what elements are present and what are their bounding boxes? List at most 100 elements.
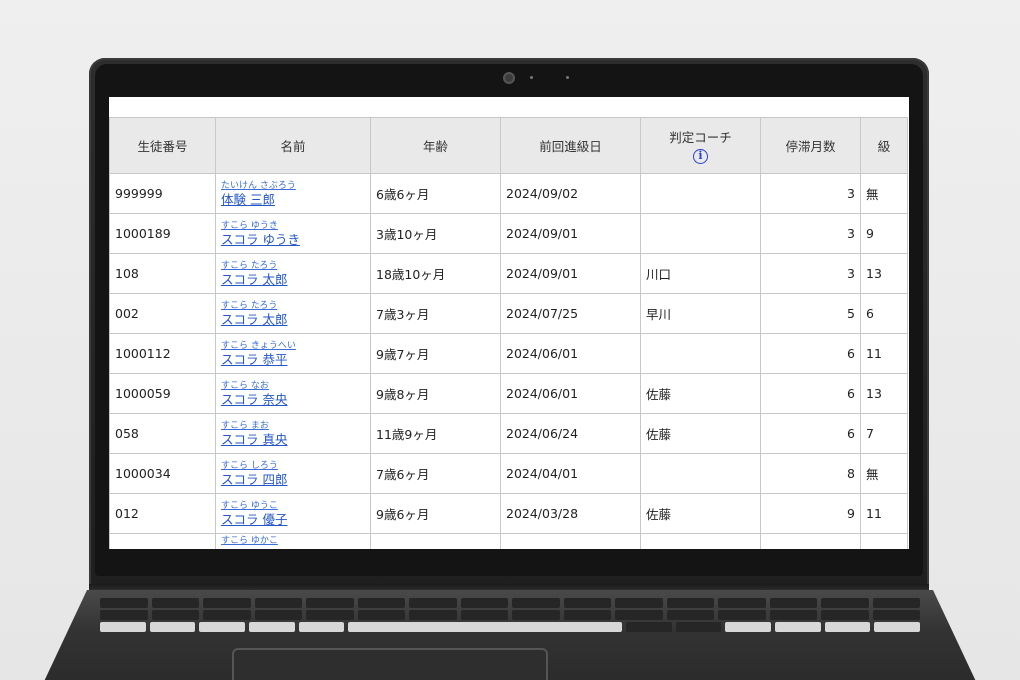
judge-coach-cell xyxy=(640,453,761,494)
judge-coach-cell xyxy=(640,333,761,374)
column-header-grade[interactable]: 級 xyxy=(860,117,908,174)
student-kana-link[interactable]: すこら たろう xyxy=(221,261,365,272)
camera-indicator-dot xyxy=(530,76,533,79)
column-header-name[interactable]: 名前 xyxy=(215,117,371,174)
table-row: 1000059 すこら なお スコラ 奈央 9歳8ヶ月 2024/06/01 佐藤 6 13 xyxy=(109,373,908,414)
table-row: 999999 たいけん さぶろう 体験 三郎 6歳6ヶ月 2024/09/02 3 無 xyxy=(109,173,908,214)
student-name-link[interactable]: スコラ ゆうき xyxy=(221,232,365,247)
grade-cell: 13 xyxy=(860,373,908,414)
judge-coach-label: 判定コーチ xyxy=(669,130,732,145)
name-cell: すこら まお スコラ 真央 xyxy=(215,413,371,454)
student-name-link[interactable]: スコラ 太郎 xyxy=(221,312,365,327)
table-row: 002 すこら たろう スコラ 太郎 7歳3ヶ月 2024/07/25 早川 5 6 xyxy=(109,293,908,334)
age-cell: 7歳6ヶ月 xyxy=(370,453,501,494)
student-name-link[interactable]: スコラ 太郎 xyxy=(221,272,365,287)
name-cell: すこら なお スコラ 奈央 xyxy=(215,373,371,414)
student-kana-link[interactable]: すこら ゆうこ xyxy=(221,501,365,512)
grade-cell: 9 xyxy=(860,213,908,254)
student-no-cell: 1000034 xyxy=(109,453,216,494)
student-no-cell: 002 xyxy=(109,293,216,334)
student-no-cell: 999999 xyxy=(109,173,216,214)
laptop-screen: 生徒番号 名前 年齢 前回進級日 判定コーチ i 停滞月数 級 999999 たい… xyxy=(109,97,909,549)
table-row-partial: すこら ゆかこ xyxy=(109,533,908,549)
student-no-cell: 012 xyxy=(109,493,216,534)
student-kana-link[interactable]: すこら きょうへい xyxy=(221,341,365,352)
age-cell: 9歳8ヶ月 xyxy=(370,373,501,414)
name-cell: すこら たろう スコラ 太郎 xyxy=(215,293,371,334)
name-cell: すこら たろう スコラ 太郎 xyxy=(215,253,371,294)
stagnant-months-cell: 3 xyxy=(760,213,861,254)
last-promotion-cell: 2024/04/01 xyxy=(500,453,641,494)
last-promotion-cell: 2024/06/01 xyxy=(500,333,641,374)
judge-coach-cell xyxy=(640,173,761,214)
table-row: 1000189 すこら ゆうき スコラ ゆうき 3歳10ヶ月 2024/09/01 3 9 xyxy=(109,213,908,254)
stagnant-months-cell: 5 xyxy=(760,293,861,334)
table-row: 1000034 すこら しろう スコラ 四郎 7歳6ヶ月 2024/04/01 8 無 xyxy=(109,453,908,494)
table-header-row: 生徒番号 名前 年齢 前回進級日 判定コーチ i 停滞月数 級 xyxy=(109,117,908,174)
grade-cell: 7 xyxy=(860,413,908,454)
age-cell: 18歳10ヶ月 xyxy=(370,253,501,294)
age-cell: 11歳9ヶ月 xyxy=(370,413,501,454)
column-header-stagnant-months[interactable]: 停滞月数 xyxy=(760,117,861,174)
student-kana-link[interactable]: すこら ゆうき xyxy=(221,221,365,232)
student-no-cell: 1000189 xyxy=(109,213,216,254)
stagnant-months-cell: 8 xyxy=(760,453,861,494)
name-cell: すこら ゆうこ スコラ 優子 xyxy=(215,493,371,534)
judge-coach-cell: 早川 xyxy=(640,293,761,334)
table-row: 108 すこら たろう スコラ 太郎 18歳10ヶ月 2024/09/01 川口 3 13 xyxy=(109,253,908,294)
last-promotion-cell: 2024/09/02 xyxy=(500,173,641,214)
last-promotion-cell: 2024/06/01 xyxy=(500,373,641,414)
table-row: 1000112 すこら きょうへい スコラ 恭平 9歳7ヶ月 2024/06/01 6 11 xyxy=(109,333,908,374)
laptop-keyboard xyxy=(100,598,920,644)
stagnant-months-cell: 3 xyxy=(760,173,861,214)
table-row: 012 すこら ゆうこ スコラ 優子 9歳6ヶ月 2024/03/28 佐藤 9 11 xyxy=(109,493,908,534)
column-header-student-no[interactable]: 生徒番号 xyxy=(109,117,216,174)
student-kana-link[interactable]: すこら なお xyxy=(221,381,365,392)
judge-coach-cell: 佐藤 xyxy=(640,413,761,454)
column-header-last-promotion[interactable]: 前回進級日 xyxy=(500,117,641,174)
student-name-link[interactable]: スコラ 優子 xyxy=(221,512,365,527)
table-row: 058 すこら まお スコラ 真央 11歳9ヶ月 2024/06/24 佐藤 6 7 xyxy=(109,413,908,454)
student-name-link[interactable]: スコラ 四郎 xyxy=(221,472,365,487)
student-no-cell: 108 xyxy=(109,253,216,294)
name-cell: たいけん さぶろう 体験 三郎 xyxy=(215,173,371,214)
student-kana-link[interactable]: たいけん さぶろう xyxy=(221,181,365,192)
grade-cell: 無 xyxy=(860,453,908,494)
grade-cell: 6 xyxy=(860,293,908,334)
last-promotion-cell: 2024/09/01 xyxy=(500,253,641,294)
stagnant-months-cell: 3 xyxy=(760,253,861,294)
stagnant-months-cell: 6 xyxy=(760,333,861,374)
column-header-age[interactable]: 年齢 xyxy=(370,117,501,174)
student-name-link[interactable]: 体験 三郎 xyxy=(221,192,365,207)
grade-cell: 無 xyxy=(860,173,908,214)
student-name-link[interactable]: スコラ 真央 xyxy=(221,432,365,447)
age-cell: 9歳7ヶ月 xyxy=(370,333,501,374)
grade-cell: 13 xyxy=(860,253,908,294)
student-kana-link[interactable]: すこら ゆかこ xyxy=(221,536,365,547)
webcam-icon xyxy=(503,72,515,84)
age-cell: 9歳6ヶ月 xyxy=(370,493,501,534)
judge-coach-cell xyxy=(640,213,761,254)
student-no-cell: 1000059 xyxy=(109,373,216,414)
student-name-link[interactable]: スコラ 奈央 xyxy=(221,392,365,407)
student-name-link[interactable]: スコラ 恭平 xyxy=(221,352,365,367)
camera-indicator-dot xyxy=(566,76,569,79)
judge-coach-cell: 佐藤 xyxy=(640,373,761,414)
grade-cell: 11 xyxy=(860,493,908,534)
column-header-judge-coach[interactable]: 判定コーチ i xyxy=(640,117,761,174)
last-promotion-cell: 2024/06/24 xyxy=(500,413,641,454)
stagnant-months-cell: 6 xyxy=(760,373,861,414)
age-cell: 6歳6ヶ月 xyxy=(370,173,501,214)
last-promotion-cell: 2024/09/01 xyxy=(500,213,641,254)
judge-coach-cell: 川口 xyxy=(640,253,761,294)
student-kana-link[interactable]: すこら まお xyxy=(221,421,365,432)
last-promotion-cell: 2024/03/28 xyxy=(500,493,641,534)
laptop-touchpad xyxy=(232,648,548,680)
student-kana-link[interactable]: すこら しろう xyxy=(221,461,365,472)
last-promotion-cell: 2024/07/25 xyxy=(500,293,641,334)
judge-coach-cell: 佐藤 xyxy=(640,493,761,534)
info-icon[interactable]: i xyxy=(693,149,708,164)
page-top-bar xyxy=(109,97,909,117)
student-kana-link[interactable]: すこら たろう xyxy=(221,301,365,312)
age-cell: 3歳10ヶ月 xyxy=(370,213,501,254)
